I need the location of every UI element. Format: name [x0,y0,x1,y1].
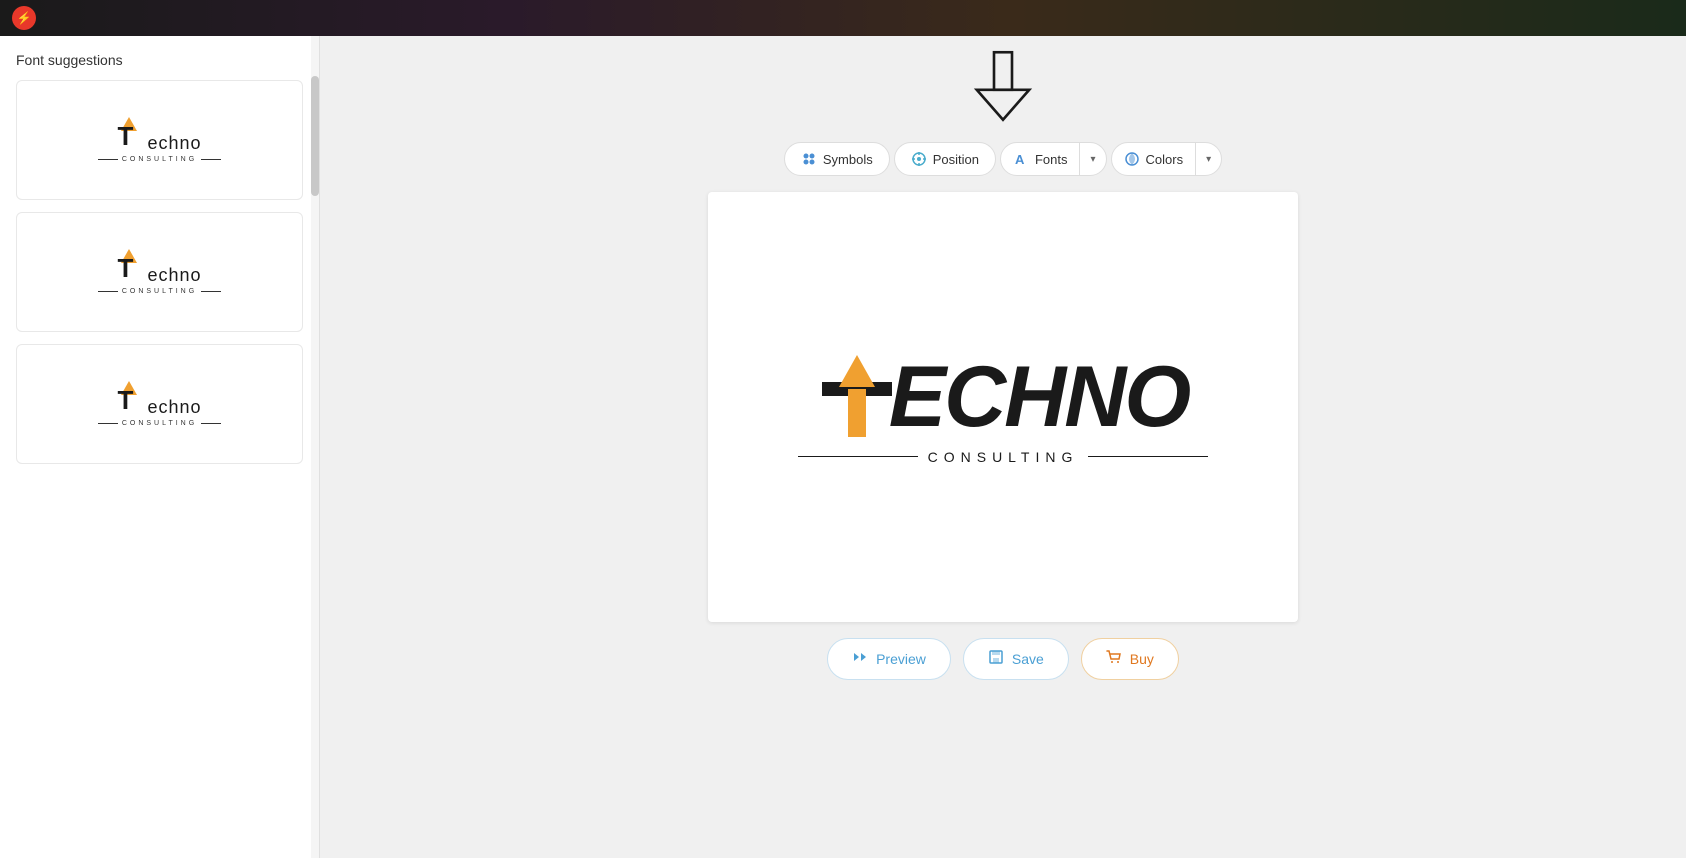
mini-t-icon-1: T [117,117,145,149]
mini-techno-label-3: echno [147,397,201,418]
content-area: Symbols Position A Fonts ▾ [320,36,1686,858]
fonts-label: Fonts [1035,152,1068,167]
font-card-1[interactable]: T echno CONSULTING [16,80,303,200]
toolbar: Symbols Position A Fonts ▾ [784,142,1222,176]
preview-icon [852,649,868,669]
buy-icon [1106,649,1122,669]
position-icon [911,151,927,167]
mini-t-icon-3: T [117,381,145,413]
app-logo[interactable]: ⚡ [12,6,36,30]
fonts-icon: A [1013,151,1029,167]
main-techno-text: ECHNO [889,354,1190,440]
logo-canvas: ECHNO CONSULTING [708,192,1298,622]
fonts-dropdown[interactable]: A Fonts ▾ [1000,142,1107,176]
mini-t-letter-3: T [117,387,133,413]
symbols-button[interactable]: Symbols [784,142,890,176]
mini-consulting-1: CONSULTING [98,156,221,163]
mini-techno-label-1: echno [147,133,201,154]
buy-label: Buy [1130,651,1154,667]
colors-dropdown-arrow[interactable]: ▾ [1196,146,1221,173]
colors-dropdown[interactable]: Colors ▾ [1111,142,1223,176]
colors-button[interactable]: Colors [1112,143,1197,175]
mini-consulting-2: CONSULTING [98,288,221,295]
mini-techno-label-2: echno [147,265,201,286]
topbar: ⚡ [0,0,1686,36]
mini-consulting-3: CONSULTING [98,420,221,427]
svg-text:A: A [1015,152,1025,167]
mini-t-letter-2: T [117,255,133,281]
main-t-stem [848,389,866,437]
font-card-2[interactable]: T echno CONSULTING [16,212,303,332]
fonts-dropdown-arrow[interactable]: ▾ [1080,146,1105,173]
action-bar: Preview Save Buy [827,638,1179,680]
save-icon [988,649,1004,669]
main-consulting-line-right [1088,456,1208,458]
preview-button[interactable]: Preview [827,638,951,680]
sidebar-title: Font suggestions [0,36,319,80]
mini-logo-2: T echno CONSULTING [98,249,221,295]
buy-button[interactable]: Buy [1081,638,1179,680]
main-consulting-line-left [798,456,918,458]
mini-t-letter-1: T [117,123,133,149]
scrollbar-thumb[interactable] [311,76,319,196]
save-button[interactable]: Save [963,638,1069,680]
font-card-3[interactable]: T echno CONSULTING [16,344,303,464]
mini-logo-3: T echno CONSULTING [98,381,221,427]
lightning-icon: ⚡ [17,11,32,25]
mini-logo-main-1: T echno [117,117,201,154]
main-logo: ECHNO CONSULTING [798,350,1209,465]
main-area: Font suggestions T echno CONSULTING [0,36,1686,858]
symbols-icon [801,151,817,167]
mini-logo-main-3: T echno [117,381,201,418]
sidebar: Font suggestions T echno CONSULTING [0,36,320,858]
preview-label: Preview [876,651,926,667]
symbols-label: Symbols [823,152,873,167]
position-label: Position [933,152,979,167]
mini-logo-1: T echno CONSULTING [98,117,221,163]
down-arrow-icon [973,46,1033,126]
mini-t-icon-2: T [117,249,145,281]
save-label: Save [1012,651,1044,667]
mini-logo-main-2: T echno [117,249,201,286]
main-logo-top: ECHNO [817,350,1190,445]
down-arrow-container [973,46,1033,126]
colors-label: Colors [1146,152,1184,167]
main-consulting-row: CONSULTING [798,449,1209,465]
colors-icon [1124,151,1140,167]
position-button[interactable]: Position [894,142,996,176]
fonts-button[interactable]: A Fonts [1001,143,1081,175]
scrollbar-track [311,36,319,858]
main-t-wrap [817,350,897,445]
main-t-arrow-up [839,355,875,387]
sidebar-scroll[interactable]: T echno CONSULTING T echno [0,80,319,858]
main-consulting-text: CONSULTING [928,449,1079,465]
